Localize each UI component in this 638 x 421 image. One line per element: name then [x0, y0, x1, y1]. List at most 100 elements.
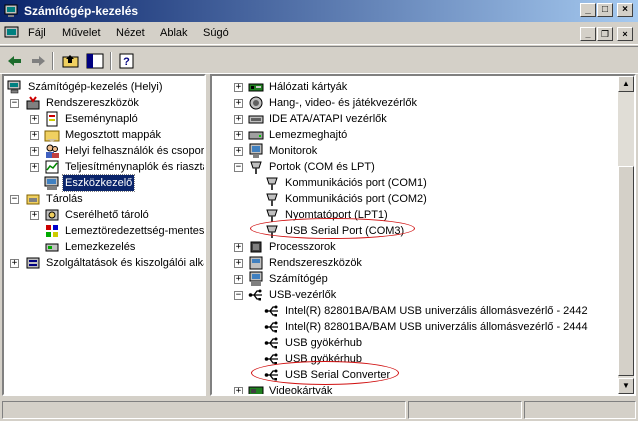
performance-logs-icon — [45, 160, 59, 174]
tree-item[interactable]: + Rendszereszközök — [212, 255, 634, 271]
menu-file[interactable]: Fájl — [28, 27, 46, 39]
tree-item[interactable]: + Helyi felhasználók és csoport — [4, 143, 204, 159]
tree-item-label: Hálózati kártyák — [269, 81, 348, 93]
tree-item-label: Eseménynapló — [65, 113, 138, 125]
expand-toggle[interactable]: + — [234, 275, 243, 284]
tree-item[interactable]: + Hang-, video- és játékvezérlők — [212, 95, 634, 111]
processor-icon — [250, 241, 262, 253]
expand-toggle[interactable]: + — [234, 115, 243, 124]
tree-item[interactable]: + Teljesítménynaplók és riasztá — [4, 159, 204, 175]
tree-item-label: Helyi felhasználók és csoport — [65, 145, 206, 157]
expand-toggle[interactable]: + — [234, 243, 243, 252]
status-cell — [408, 401, 522, 419]
device-manager-icon — [44, 176, 59, 190]
expand-toggle[interactable]: + — [30, 131, 39, 140]
tree-item[interactable]: + Eseménynapló — [4, 111, 204, 127]
back-arrow-icon[interactable] — [4, 51, 26, 71]
tree-item-label: Számítógép — [269, 273, 328, 285]
expand-toggle[interactable]: + — [234, 131, 243, 140]
expand-toggle[interactable]: + — [234, 99, 243, 108]
usb-icon — [264, 321, 278, 333]
menu-help[interactable]: Súgó — [203, 27, 229, 39]
tree-item[interactable]: + Monitorok — [212, 143, 634, 159]
tree-item[interactable]: − USB-vezérlők — [212, 287, 634, 303]
port-icon — [266, 193, 278, 206]
computer-management-icon — [7, 80, 21, 94]
mdi-restore-button[interactable]: ❐ — [597, 27, 613, 41]
tree-item[interactable]: + Megosztott mappák — [4, 127, 204, 143]
monitor-icon — [249, 143, 263, 158]
tree-item[interactable]: + Szolgáltatások és kiszolgálói alkal — [4, 255, 204, 271]
tree-item-label: Tárolás — [46, 193, 83, 205]
menu-bar: Fájl Művelet Nézet Ablak Súgó — [0, 22, 638, 45]
minimize-button[interactable]: _ — [580, 3, 596, 17]
usb-icon — [248, 289, 262, 301]
tree-item[interactable]: Számítógép-kezelés (Helyi) — [4, 79, 204, 95]
toolbar: ? — [0, 46, 638, 74]
tree-item[interactable]: Intel(R) 82801BA/BAM USB univerzális áll… — [212, 303, 634, 319]
expand-toggle[interactable]: + — [30, 163, 39, 172]
up-one-level-icon[interactable] — [60, 51, 82, 71]
tree-item[interactable]: − Rendszereszközök — [4, 95, 204, 111]
tree-item[interactable]: Lemeztöredezettség-mentes — [4, 223, 204, 239]
toolbar-separator — [110, 52, 112, 70]
tree-item[interactable]: Lemezkezelés — [4, 239, 204, 255]
tree-item-label: Rendszereszközök — [46, 97, 139, 109]
tree-item[interactable]: + Hálózati kártyák — [212, 79, 634, 95]
menu-view[interactable]: Nézet — [116, 27, 145, 39]
expand-toggle[interactable]: + — [234, 83, 243, 92]
expand-toggle[interactable]: + — [30, 211, 39, 220]
collapse-toggle[interactable]: − — [10, 99, 19, 108]
tree-item[interactable]: + Lemezmeghajtó — [212, 127, 634, 143]
svg-text:?: ? — [123, 56, 130, 68]
collapse-toggle[interactable]: − — [234, 291, 243, 300]
tree-item[interactable]: + Processzorok — [212, 239, 634, 255]
menu-action[interactable]: Művelet — [62, 27, 101, 39]
tree-item[interactable]: Eszközkezelő — [4, 174, 204, 192]
expand-toggle[interactable]: + — [30, 115, 39, 124]
tree-item-label: Intel(R) 82801BA/BAM USB univerzális áll… — [285, 321, 588, 333]
tree-item[interactable]: + Videokártyák — [212, 383, 634, 394]
ide-controller-icon — [248, 115, 264, 124]
collapse-toggle[interactable]: − — [234, 163, 243, 172]
tree-item[interactable]: − Tárolás — [4, 191, 204, 207]
tree-item[interactable]: Kommunikációs port (COM1) — [212, 175, 634, 191]
expand-toggle[interactable]: + — [30, 147, 39, 156]
tree-item-label: Szolgáltatások és kiszolgálói alkal — [46, 257, 206, 269]
mdi-window-icon[interactable] — [4, 26, 20, 40]
system-tools-icon — [26, 96, 40, 110]
console-tree-pane[interactable]: Számítógép-kezelés (Helyi) − Rendszereszkö… — [2, 74, 206, 396]
close-button[interactable]: × — [617, 3, 633, 17]
tree-item[interactable]: + Számítógép — [212, 271, 634, 287]
toolbar-separator — [52, 52, 54, 70]
menu-window[interactable]: Ablak — [160, 27, 188, 39]
system-devices-icon — [249, 256, 263, 270]
display-adapter-icon — [248, 386, 264, 394]
event-viewer-icon — [46, 111, 58, 127]
tree-item[interactable]: − Portok (COM és LPT) — [212, 159, 634, 175]
help-icon[interactable]: ? — [116, 51, 138, 71]
forward-arrow-icon[interactable] — [27, 51, 49, 71]
users-icon — [46, 144, 59, 158]
window-title: Számítógép-kezelés — [24, 4, 139, 18]
expand-toggle[interactable]: + — [234, 259, 243, 268]
expand-toggle[interactable]: + — [234, 147, 243, 156]
expand-toggle[interactable]: + — [234, 387, 243, 394]
expand-toggle[interactable]: + — [10, 259, 19, 268]
tree-item[interactable]: + Cserélhető tároló — [4, 207, 204, 223]
tree-item[interactable]: + IDE ATA/ATAPI vezérlők — [212, 111, 634, 127]
mdi-minimize-button[interactable]: _ — [580, 27, 596, 41]
storage-icon — [26, 194, 40, 205]
tree-item[interactable]: Kommunikációs port (COM2) — [212, 191, 634, 207]
tree-item[interactable]: Intel(R) 82801BA/BAM USB univerzális áll… — [212, 319, 634, 335]
collapse-toggle[interactable]: − — [10, 195, 19, 204]
network-card-icon — [248, 83, 264, 92]
tree-item[interactable]: USB gyökérhub — [212, 335, 634, 351]
tree-item-label: Hang-, video- és játékvezérlők — [269, 97, 417, 109]
highlight-oval — [250, 218, 415, 239]
tree-item-label: Megosztott mappák — [65, 129, 161, 141]
show-hide-console-tree-icon[interactable] — [84, 51, 106, 71]
mdi-close-button[interactable]: × — [617, 27, 633, 41]
maximize-button[interactable]: □ — [597, 3, 613, 17]
disk-management-icon — [45, 243, 59, 252]
